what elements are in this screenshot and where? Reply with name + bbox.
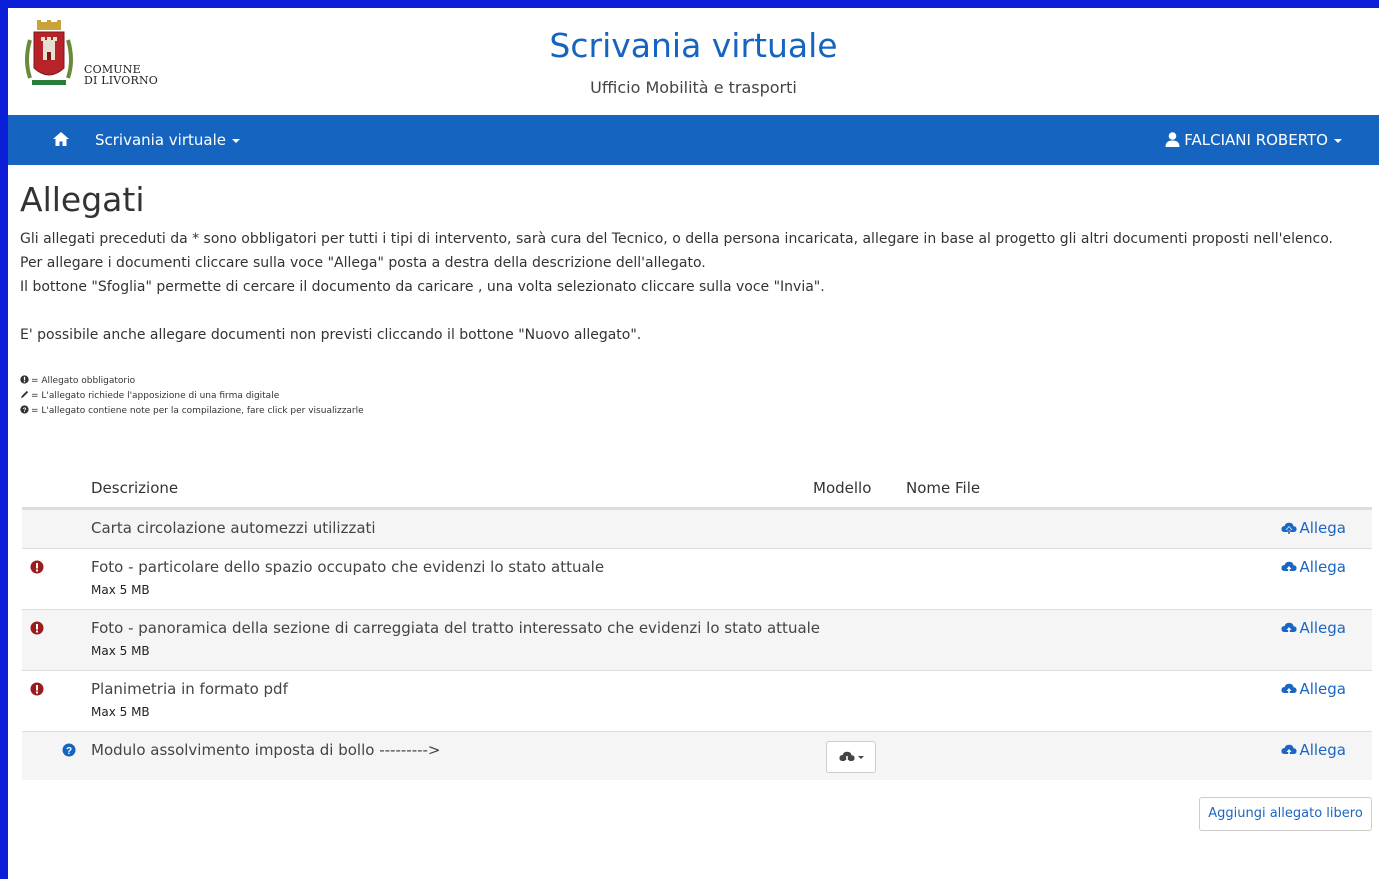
allega-button[interactable]: Allega: [1281, 741, 1346, 759]
main-navbar: Scrivania virtuale FALCIANI ROBERTO: [8, 115, 1379, 165]
intro-text: Gli allegati preceduti da * sono obbliga…: [20, 227, 1370, 347]
site-subtitle: Ufficio Mobilità e trasporti: [590, 78, 797, 97]
allega-label: Allega: [1299, 680, 1346, 698]
table-row: Foto - particolare dello spazio occupato…: [22, 548, 1372, 609]
question-circle-icon[interactable]: ?: [62, 743, 76, 757]
allega-label: Allega: [1299, 619, 1346, 637]
cloud-download-icon: [839, 751, 855, 763]
cloud-upload-icon: [1281, 622, 1298, 634]
user-menu[interactable]: FALCIANI ROBERTO: [1165, 131, 1342, 149]
legend-signature-text: = L'allegato richiede l'apposizione di u…: [31, 391, 280, 401]
intro-line-1: Gli allegati preceduti da * sono obbliga…: [20, 231, 1333, 247]
table-row: Planimetria in formato pdf Max 5 MB Alle…: [22, 670, 1372, 731]
allega-label: Allega: [1299, 741, 1346, 759]
add-free-attachment-button[interactable]: Aggiungi allegato libero: [1199, 797, 1372, 831]
icon-legend: = Allegato obbligatorio = L'allegato ric…: [20, 374, 364, 419]
col-modello: Modello: [813, 479, 872, 497]
intro-line-2: Per allegare i documenti cliccare sulla …: [20, 255, 706, 271]
page-title: Allegati: [20, 180, 145, 219]
row-description: Foto - particolare dello spazio occupato…: [91, 558, 605, 576]
table-row: Carta circolazione automezzi utilizzati …: [22, 509, 1372, 548]
main-content: Allegati Gli allegati preceduti da * son…: [20, 180, 1370, 347]
legend-notes: ? = L'allegato contiene note per la compi…: [20, 404, 364, 419]
row-description: Carta circolazione automezzi utilizzati: [91, 519, 376, 537]
legend-required-text: = Allegato obbligatorio: [31, 376, 136, 386]
user-icon: [1165, 132, 1180, 147]
user-name: FALCIANI ROBERTO: [1184, 131, 1328, 149]
row-max-size: Max 5 MB: [91, 583, 150, 597]
allega-button[interactable]: Allega: [1281, 619, 1346, 637]
allega-button[interactable]: Allega: [1281, 680, 1346, 698]
row-description: Modulo assolvimento imposta di bollo ---…: [91, 741, 441, 759]
svg-text:?: ?: [66, 746, 72, 757]
col-nome-file: Nome File: [906, 479, 981, 497]
site-title: Scrivania virtuale: [549, 26, 838, 65]
allega-label: Allega: [1299, 519, 1346, 537]
allega-button[interactable]: Allega: [1281, 519, 1346, 537]
row-max-size: Max 5 MB: [91, 705, 150, 719]
model-download-button[interactable]: [826, 741, 876, 773]
scrivania-virtuale-menu[interactable]: Scrivania virtuale: [95, 131, 240, 149]
chevron-down-icon: [232, 138, 240, 143]
row-description: Foto - panoramica della sezione di carre…: [91, 619, 821, 637]
allega-button[interactable]: Allega: [1281, 558, 1346, 576]
row-max-size: Max 5 MB: [91, 644, 150, 658]
row-description: Planimetria in formato pdf: [91, 680, 288, 698]
chevron-down-icon: [858, 756, 864, 759]
table-row: Foto - panoramica della sezione di carre…: [22, 609, 1372, 670]
exclamation-circle-icon: [30, 621, 44, 635]
table-row: ? Modulo assolvimento imposta di bollo -…: [22, 731, 1372, 780]
exclamation-circle-icon: [30, 560, 44, 574]
table-header: Descrizione Modello Nome File: [22, 470, 1372, 509]
col-descrizione: Descrizione: [91, 479, 179, 497]
legend-notes-text: = L'allegato contiene note per la compil…: [31, 406, 364, 416]
legend-signature: = L'allegato richiede l'apposizione di u…: [20, 389, 364, 404]
exclamation-circle-icon: [30, 682, 44, 696]
legend-required: = Allegato obbligatorio: [20, 374, 364, 389]
window-frame-left: [0, 0, 8, 879]
chevron-down-icon: [1334, 138, 1342, 143]
scrivania-virtuale-menu-label: Scrivania virtuale: [95, 131, 226, 149]
question-circle-icon: ?: [20, 405, 29, 414]
cloud-upload-icon: [1281, 561, 1298, 573]
exclamation-circle-icon: [20, 375, 29, 384]
cloud-upload-icon: [1281, 744, 1298, 756]
pencil-icon: [20, 390, 29, 399]
attachments-table: Descrizione Modello Nome File Carta circ…: [22, 470, 1372, 780]
window-frame-top: [0, 0, 1379, 8]
svg-text:?: ?: [23, 407, 27, 414]
intro-line-3: Il bottone "Sfoglia" permette di cercare…: [20, 279, 825, 295]
cloud-upload-icon: [1281, 522, 1298, 535]
intro-line-4: E' possibile anche allegare documenti no…: [20, 327, 642, 343]
site-header: Comune di Livorno Scrivania virtuale Uff…: [8, 8, 1379, 115]
home-icon[interactable]: [52, 131, 70, 147]
allega-label: Allega: [1299, 558, 1346, 576]
cloud-upload-icon: [1281, 683, 1298, 695]
